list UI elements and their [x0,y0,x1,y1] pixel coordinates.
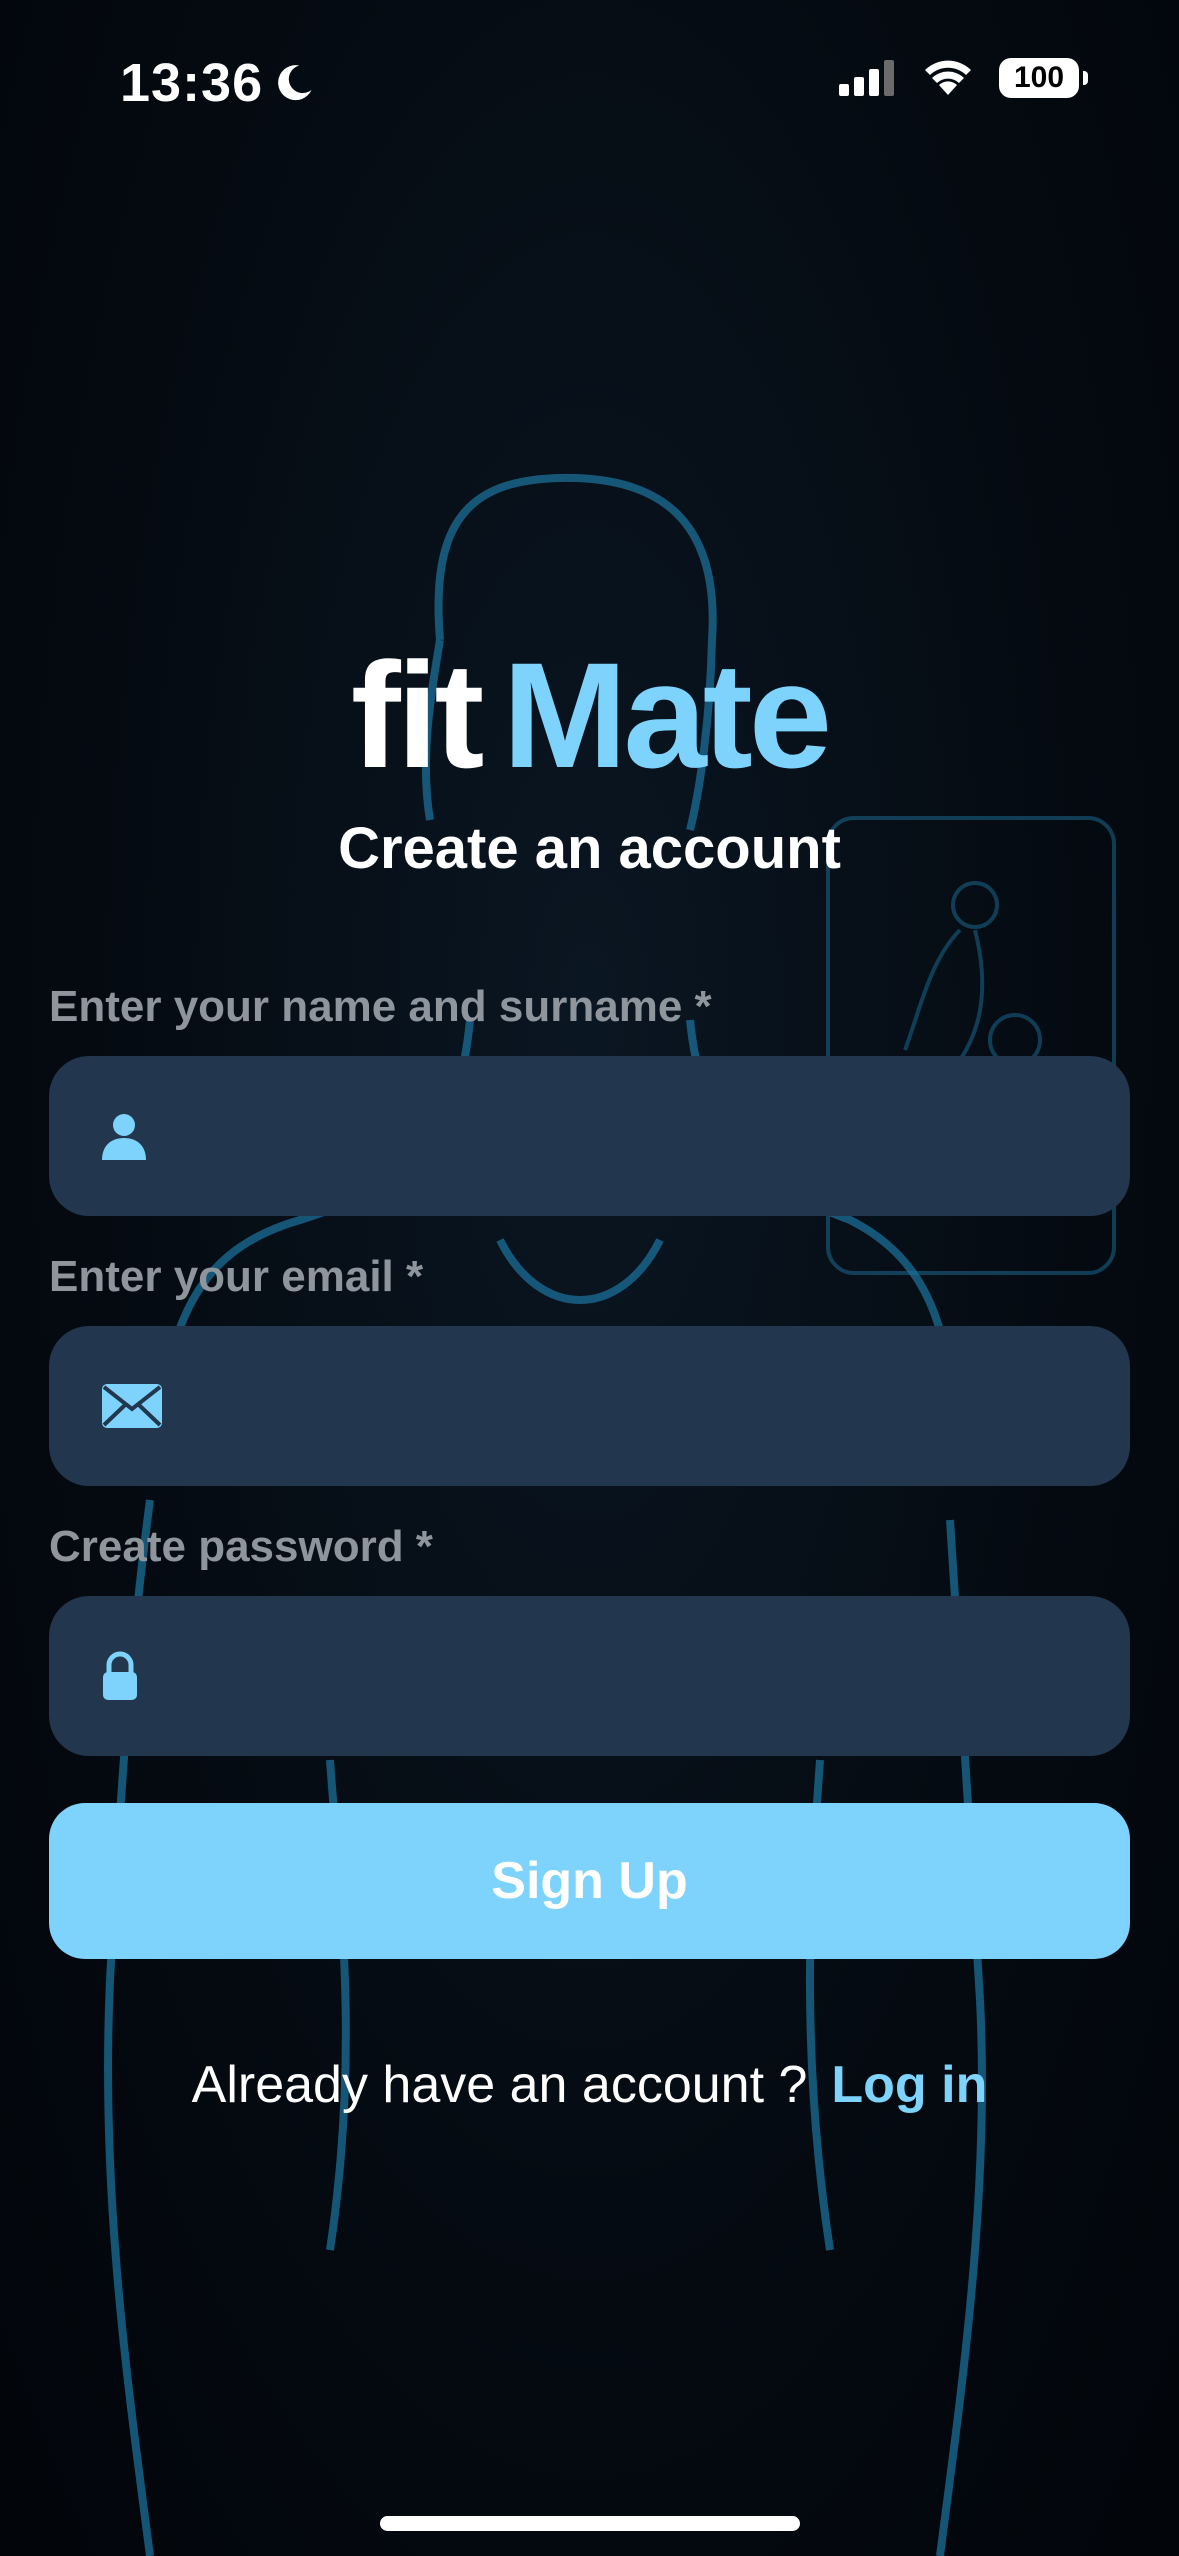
password-label: Create password * [49,1522,433,1571]
battery-level: 100 [1013,61,1065,94]
log-in-link[interactable]: Log in [831,2056,987,2114]
password-input[interactable] [179,1595,1130,1757]
email-label: Enter your email * [49,1252,424,1301]
lock-icon [101,1651,139,1701]
status-time: 13:36 [120,52,315,114]
status-time-text: 13:36 [120,53,264,113]
email-input[interactable] [203,1325,1130,1487]
moon-icon [273,62,315,104]
page-title: Create an account [338,816,841,881]
login-prompt-text: Already have an account ? [191,2056,808,2114]
name-input[interactable] [187,1055,1130,1217]
password-field[interactable] [49,1595,1130,1757]
app-logo: fit Mate [0,640,1179,790]
name-label: Enter your name and surname * [49,982,712,1031]
status-indicators: 100 [839,58,1088,98]
login-prompt-row: Already have an account ? Log in [0,2055,1179,2115]
cellular-signal-icon [839,60,897,96]
sign-up-button[interactable]: Sign Up [49,1803,1130,1959]
logo-part-mate: Mate [502,631,832,799]
person-icon [101,1112,147,1160]
email-field[interactable] [49,1325,1130,1487]
signup-screen: 13:36 100 fit Mate Create an account Ent… [0,0,1179,2556]
battery-icon: 100 [999,58,1088,98]
name-field[interactable] [49,1055,1130,1217]
logo-part-fit: fit [350,631,485,799]
home-indicator[interactable] [380,2516,800,2531]
wifi-icon [923,59,973,97]
envelope-icon [101,1383,163,1429]
